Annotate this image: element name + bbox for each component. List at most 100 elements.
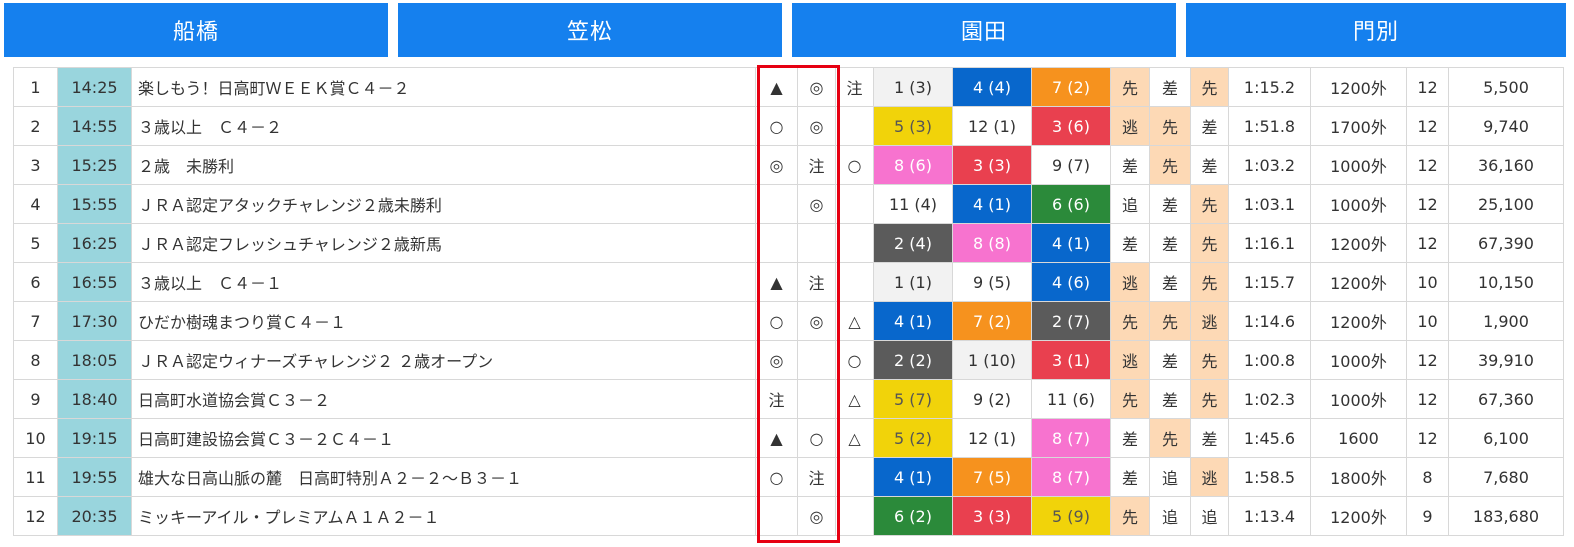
style-1: 逃: [1110, 262, 1150, 302]
placing-2: 9 (2): [952, 379, 1032, 419]
mark-1: [755, 496, 798, 536]
style-2: 先: [1149, 301, 1191, 341]
placing-1: 4 (1): [873, 301, 953, 341]
race-time-result: 1:03.2: [1228, 145, 1311, 185]
race-distance: 1000外: [1310, 379, 1407, 419]
placing-2: 8 (8): [952, 223, 1032, 263]
style-2: 差: [1149, 340, 1191, 380]
payout: 67,360: [1448, 379, 1564, 419]
race-time: 15:25: [57, 145, 132, 185]
placing-2: 4 (4): [952, 67, 1032, 107]
horse-count: 10: [1406, 262, 1449, 302]
table-row: 8 18:05 ＪＲＡ認定ウィナーズチャレンジ２ ２歳オープン ◎ ○ 2 (2) 1 (1…: [13, 340, 1564, 380]
style-3: 先: [1190, 67, 1229, 107]
horse-count: 12: [1406, 106, 1449, 146]
placing-2: 3 (3): [952, 496, 1032, 536]
mark-2: ◎: [797, 106, 836, 146]
table-row: 4 15:55 ＪＲＡ認定アタックチャレンジ２歳未勝利 ◎ 11 (4) 4 (1) 6 (…: [13, 184, 1564, 224]
placing-2: 7 (2): [952, 301, 1032, 341]
table-row: 6 16:55 ３歳以上 Ｃ４－１ ▲ 注 1 (1) 9 (5) 4 (6) 逃差先 1:15.…: [13, 262, 1564, 302]
horse-count: 12: [1406, 67, 1449, 107]
table-row: 3 15:25 ２歳 未勝利 ◎ 注 ○ 8 (6) 3 (3) 9 (7) 差先差 1:03.2 1…: [13, 145, 1564, 185]
table-row: 5 16:25 ＪＲＡ認定フレッシュチャレンジ２歳新馬 2 (4) 8 (8) 4 (1)…: [13, 223, 1564, 263]
style-3: 先: [1190, 223, 1229, 263]
tab-sonoda[interactable]: 園田: [792, 3, 1176, 57]
placing-1: 6 (2): [873, 496, 953, 536]
mark-2: ○: [797, 418, 836, 458]
style-3: 先: [1190, 184, 1229, 224]
race-distance: 1000外: [1310, 184, 1407, 224]
mark-3: △: [835, 301, 874, 341]
payout: 9,740: [1448, 106, 1564, 146]
mark-3: [835, 184, 874, 224]
race-time: 18:05: [57, 340, 132, 380]
style-2: 差: [1149, 379, 1191, 419]
style-2: 差: [1149, 184, 1191, 224]
placing-3: 5 (9): [1031, 496, 1111, 536]
placing-3: 3 (6): [1031, 106, 1111, 146]
tab-kasamatsu[interactable]: 笠松: [398, 3, 782, 57]
race-distance: 1800外: [1310, 457, 1407, 497]
race-number: 9: [13, 379, 58, 419]
race-time-result: 1:03.1: [1228, 184, 1311, 224]
style-1: 差: [1110, 457, 1150, 497]
placing-3: 6 (6): [1031, 184, 1111, 224]
mark-3: △: [835, 379, 874, 419]
horse-count: 12: [1406, 223, 1449, 263]
race-distance: 1200外: [1310, 496, 1407, 536]
race-title: 日高町建設協会賞Ｃ３－２Ｃ４－１: [131, 418, 756, 458]
placing-2: 4 (1): [952, 184, 1032, 224]
table-row: 7 17:30 ひだか樹魂まつり賞Ｃ４－１ ○ ◎ △ 4 (1) 7 (2) 2 (7) 先先逃…: [13, 301, 1564, 341]
mark-1: [755, 223, 798, 263]
style-2: 差: [1149, 223, 1191, 263]
payout: 183,680: [1448, 496, 1564, 536]
race-time: 19:15: [57, 418, 132, 458]
style-2: 差: [1149, 262, 1191, 302]
race-time: 15:55: [57, 184, 132, 224]
mark-3: ○: [835, 145, 874, 185]
mark-2: [797, 379, 836, 419]
placing-1: 2 (2): [873, 340, 953, 380]
mark-2: 注: [797, 262, 836, 302]
race-time-result: 1:51.8: [1228, 106, 1311, 146]
race-number: 7: [13, 301, 58, 341]
style-1: 先: [1110, 301, 1150, 341]
placing-2: 3 (3): [952, 145, 1032, 185]
race-time: 20:35: [57, 496, 132, 536]
placing-2: 7 (5): [952, 457, 1032, 497]
mark-2: 注: [797, 457, 836, 497]
race-number: 4: [13, 184, 58, 224]
tab-funabashi[interactable]: 船橋: [4, 3, 388, 57]
race-time-result: 1:16.1: [1228, 223, 1311, 263]
race-time-result: 1:13.4: [1228, 496, 1311, 536]
race-distance: 1700外: [1310, 106, 1407, 146]
race-distance: 1200外: [1310, 262, 1407, 302]
race-time: 14:55: [57, 106, 132, 146]
payout: 36,160: [1448, 145, 1564, 185]
placing-1: 5 (3): [873, 106, 953, 146]
payout: 67,390: [1448, 223, 1564, 263]
horse-count: 12: [1406, 184, 1449, 224]
mark-1: ◎: [755, 145, 798, 185]
tab-monbetsu[interactable]: 門別: [1186, 3, 1566, 57]
mark-1: 注: [755, 379, 798, 419]
placing-1: 1 (1): [873, 262, 953, 302]
placing-2: 12 (1): [952, 106, 1032, 146]
style-3: 先: [1190, 379, 1229, 419]
table-row: 11 19:55 雄大な日高山脈の麓 日高町特別Ａ２－２～Ｂ３－１ ○ 注 4 (1) 7 …: [13, 457, 1564, 497]
style-3: 差: [1190, 106, 1229, 146]
table-row: 1 14:25 楽しもう！日高町ＷＥＥＫ賞Ｃ４－２ ▲ ◎ 注 1 (3) 4 (4) 7 (2…: [13, 67, 1564, 107]
placing-3: 7 (2): [1031, 67, 1111, 107]
race-time: 16:25: [57, 223, 132, 263]
style-3: 先: [1190, 340, 1229, 380]
mark-1: ◎: [755, 340, 798, 380]
placing-1: 4 (1): [873, 457, 953, 497]
race-time: 14:25: [57, 67, 132, 107]
mark-2: ◎: [797, 67, 836, 107]
horse-count: 12: [1406, 145, 1449, 185]
race-title: ＪＲＡ認定アタックチャレンジ２歳未勝利: [131, 184, 756, 224]
race-number: 8: [13, 340, 58, 380]
race-number: 1: [13, 67, 58, 107]
style-3: 逃: [1190, 301, 1229, 341]
race-title: ミッキーアイル・プレミアムＡ１Ａ２－１: [131, 496, 756, 536]
